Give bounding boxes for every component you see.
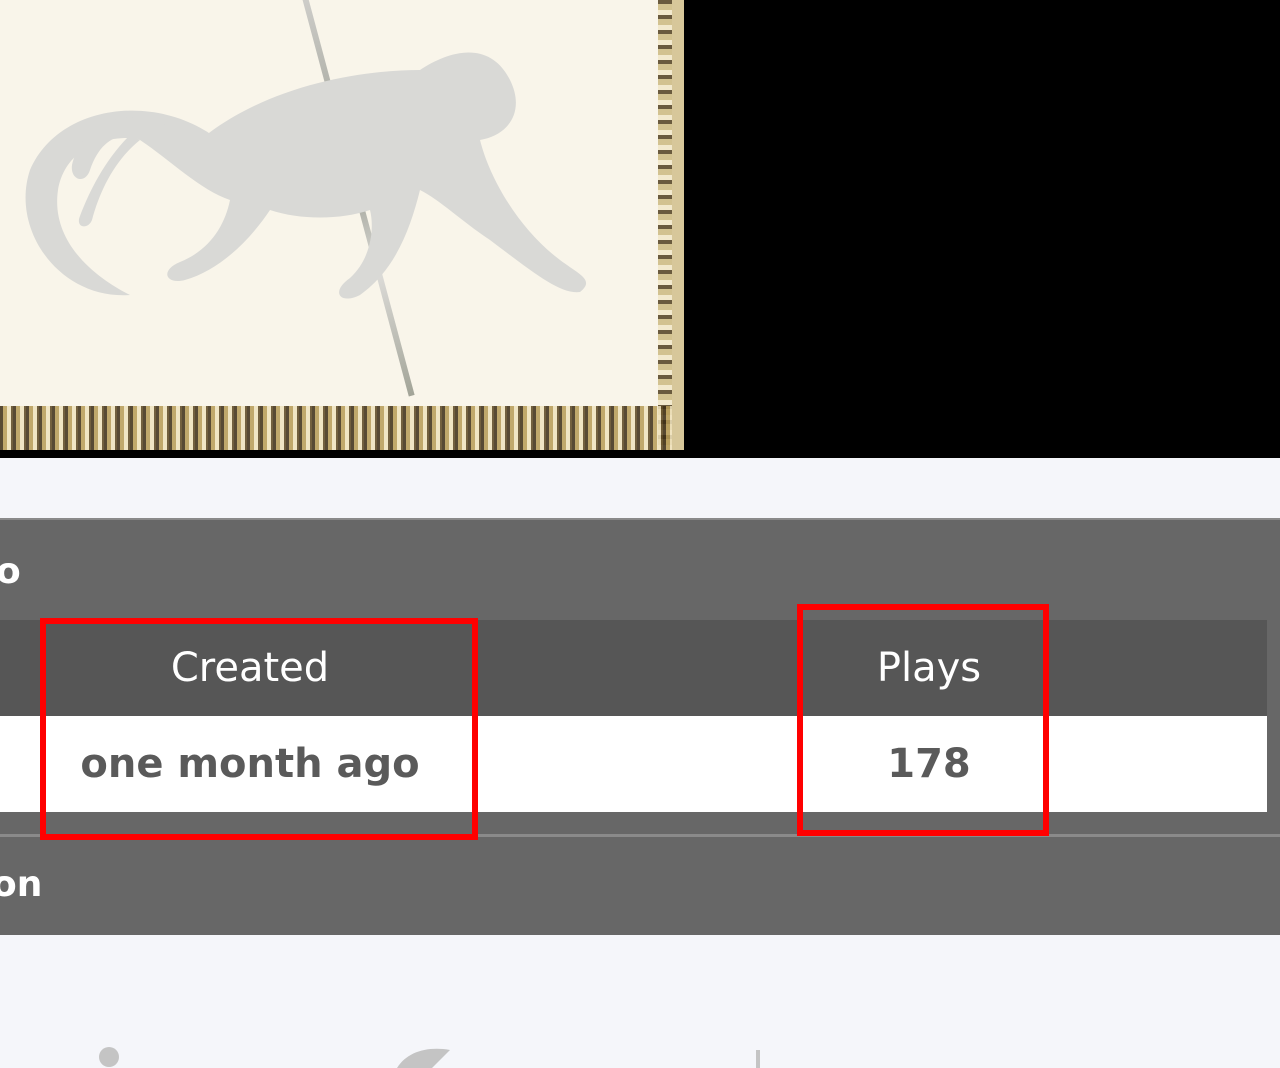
media-player-area[interactable]: [0, 0, 1280, 458]
person-icon[interactable]: [92, 1046, 126, 1068]
created-value: one month ago: [40, 716, 460, 812]
info-panel: o Created Plays one month ago 178: [0, 518, 1280, 834]
album-cover: [0, 0, 684, 450]
info-panel-title: o: [0, 551, 21, 592]
plays-header: Plays: [798, 620, 1060, 716]
table-cell-spacer: [0, 716, 40, 812]
monkey-icon: [25, 52, 587, 299]
cover-border: [658, 0, 672, 450]
pin-icon[interactable]: [748, 1046, 768, 1068]
table-cell-spacer: [1060, 716, 1267, 812]
description-panel-title: on: [0, 864, 43, 905]
table-header-spacer: [460, 620, 798, 716]
leaf-icon[interactable]: [392, 1046, 452, 1068]
created-header: Created: [40, 620, 460, 716]
cover-border-bottom: [0, 406, 672, 450]
plays-value: 178: [798, 716, 1060, 812]
table-header-row: Created Plays: [0, 620, 1267, 716]
description-panel[interactable]: on: [0, 834, 1280, 935]
footer-icon-bar: [0, 1030, 1280, 1068]
info-table: Created Plays one month ago 178: [0, 620, 1267, 812]
table-cell-spacer: [460, 716, 798, 812]
table-row: one month ago 178: [0, 716, 1267, 812]
table-header-spacer: [0, 620, 40, 716]
table-header-spacer: [1060, 620, 1267, 716]
